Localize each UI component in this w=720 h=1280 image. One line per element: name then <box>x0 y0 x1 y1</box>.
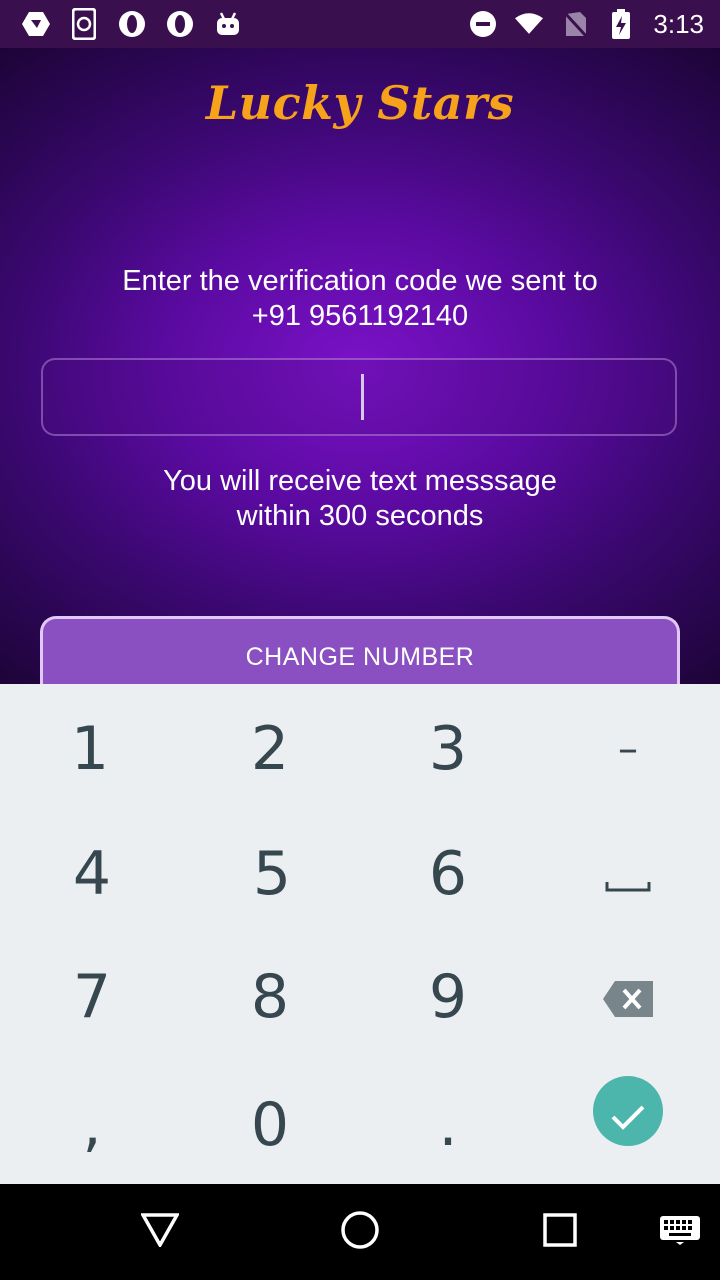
android-icon <box>214 10 242 38</box>
opera-icon <box>118 10 146 38</box>
key-9[interactable]: 9 <box>358 934 538 1059</box>
hint-timer: within 300 seconds <box>236 500 484 532</box>
keyboard-switch-button[interactable] <box>658 1212 702 1252</box>
app-logo: Lucky Stars <box>205 76 515 130</box>
phone-number: +91 9561192140 <box>251 300 469 332</box>
key-3[interactable]: 3 <box>358 686 538 811</box>
prompt-text: Enter the verification code we sent to <box>122 265 598 297</box>
backspace-icon <box>603 962 653 1032</box>
recents-button[interactable] <box>540 1212 580 1252</box>
opera-icon <box>166 10 194 38</box>
hint-text: You will receive text messsage <box>163 465 557 497</box>
status-bar: 3:13 <box>0 0 720 48</box>
key-0[interactable]: 0 <box>180 1062 360 1187</box>
no-sim-icon <box>561 10 589 38</box>
space-key[interactable] <box>538 811 718 936</box>
done-button[interactable] <box>593 1075 663 1146</box>
key-4[interactable]: 4 <box>2 811 182 936</box>
verification-screen: Lucky Stars Enter the verification code … <box>0 48 720 684</box>
change-number-button[interactable]: CHANGE NUMBER <box>40 616 680 684</box>
backspace-key[interactable] <box>538 934 718 1059</box>
key-dash[interactable]: – <box>538 686 718 811</box>
key-2[interactable]: 2 <box>180 686 360 811</box>
key-5[interactable]: 5 <box>182 811 362 936</box>
check-icon <box>610 1076 646 1146</box>
verification-prompt: Enter the verification code we sent to +… <box>0 264 720 334</box>
back-icon <box>139 1212 181 1252</box>
home-icon <box>340 1210 380 1255</box>
phone-sync-icon <box>70 8 98 40</box>
keyboard-icon <box>659 1215 701 1250</box>
text-caret <box>361 374 364 420</box>
wifi-icon <box>515 10 544 38</box>
home-button[interactable] <box>340 1210 380 1255</box>
key-6[interactable]: 6 <box>358 811 538 936</box>
system-nav-bar <box>0 1184 720 1280</box>
key-period[interactable]: . <box>358 1062 538 1187</box>
key-8[interactable]: 8 <box>180 934 360 1059</box>
battery-charging-icon <box>607 9 635 39</box>
back-button[interactable] <box>139 1212 181 1252</box>
space-icon <box>605 839 651 909</box>
receive-hint: You will receive text messsage within 30… <box>0 464 720 534</box>
key-7[interactable]: 7 <box>2 934 182 1059</box>
numeric-keyboard: 1 2 3 – 4 5 6 7 8 9 , 0 . <box>0 684 720 1184</box>
recents-icon <box>543 1212 577 1252</box>
key-1[interactable]: 1 <box>0 686 180 811</box>
done-key[interactable] <box>538 1048 718 1173</box>
verification-code-input[interactable] <box>41 358 677 436</box>
clock: 3:13 <box>653 8 704 39</box>
launcher-icon <box>22 10 50 38</box>
do-not-disturb-icon <box>469 10 497 38</box>
key-comma[interactable]: , <box>2 1062 182 1187</box>
